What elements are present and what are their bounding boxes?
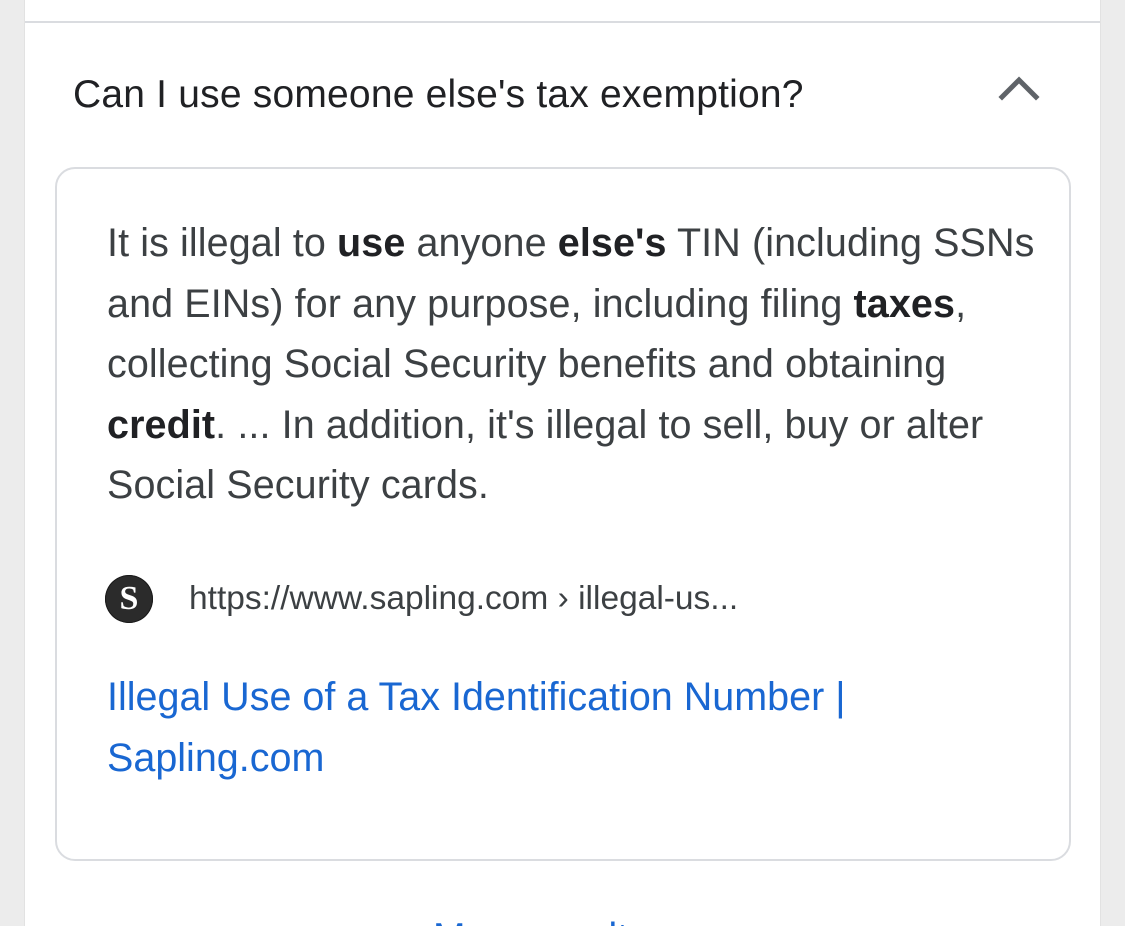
more-results-label: More results bbox=[433, 912, 648, 926]
more-results-button[interactable]: More results bbox=[25, 906, 1100, 926]
source-url[interactable]: https://www.sapling.com › illegal-us... bbox=[189, 576, 738, 622]
snippet-bold-text: credit bbox=[107, 402, 216, 447]
source-row[interactable]: S https://www.sapling.com › illegal-us..… bbox=[105, 573, 1005, 625]
chevron-up-icon[interactable] bbox=[997, 69, 1041, 109]
snippet-text: anyone bbox=[405, 221, 558, 265]
snippet-bold-text: taxes bbox=[853, 281, 956, 326]
search-results-page: Can I use someone else's tax exemption? … bbox=[24, 0, 1101, 926]
result-title-link[interactable]: Illegal Use of a Tax Identification Numb… bbox=[107, 667, 987, 788]
snippet-bold-text: else's bbox=[557, 221, 667, 265]
faq-question-text: Can I use someone else's tax exemption? bbox=[73, 73, 804, 116]
snippet-text: It is illegal to bbox=[107, 221, 338, 265]
snippet-bold-text: use bbox=[337, 221, 406, 265]
answer-snippet: It is illegal to use anyone else's TIN (… bbox=[107, 213, 1037, 516]
faq-question-toggle[interactable]: Can I use someone else's tax exemption? bbox=[25, 23, 1100, 168]
snippet-text: . ... In addition, it's illegal to sell,… bbox=[107, 402, 984, 508]
answer-card: It is illegal to use anyone else's TIN (… bbox=[55, 167, 1071, 861]
sapling-favicon-icon: S bbox=[105, 575, 153, 623]
